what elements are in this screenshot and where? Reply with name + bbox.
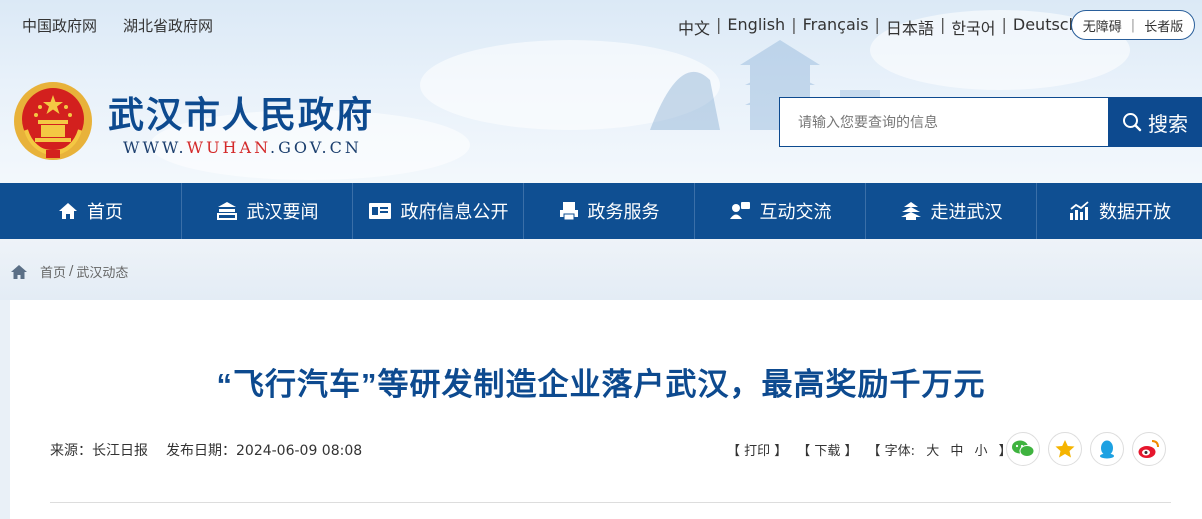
font-large-button[interactable]: 大: [926, 444, 939, 459]
nav-item-open-data[interactable]: 数据开放: [1037, 183, 1202, 239]
chart-icon: [1070, 201, 1089, 220]
nav-label: 武汉要闻: [246, 202, 319, 223]
font-medium-button[interactable]: 中: [950, 444, 963, 459]
link-china-gov[interactable]: 中国政府网: [22, 15, 97, 36]
share-wechat-button[interactable]: [1006, 432, 1040, 466]
search-button-label: 搜索: [1148, 111, 1188, 136]
nav-item-visit-wuhan[interactable]: 走进武汉: [866, 183, 1037, 239]
lang-french[interactable]: Français: [803, 15, 869, 39]
site-url: WWW.WUHAN.GOV.CN: [123, 138, 362, 157]
download-button[interactable]: 【 下载 】: [797, 440, 857, 459]
font-small-button[interactable]: 小: [975, 444, 988, 459]
nav-label: 政务服务: [587, 202, 660, 223]
breadcrumb: 首页 / 武汉动态: [10, 262, 128, 281]
nav-label: 互动交流: [759, 202, 832, 223]
nav-label: 首页: [87, 202, 123, 223]
lang-german[interactable]: Deutsch: [1013, 15, 1079, 39]
breadcrumb-home-icon: [11, 264, 27, 279]
printer-service-icon: [559, 202, 578, 221]
weibo-icon: [1138, 440, 1159, 458]
nav-item-wuhan-news[interactable]: 武汉要闻: [182, 183, 353, 239]
lang-separator: |: [716, 15, 722, 34]
news-tray-icon: [216, 202, 237, 220]
lang-japanese[interactable]: 日本語: [886, 15, 934, 39]
language-switcher: 中文 | English | Français | 日本語 | 한국어 | De…: [678, 15, 1079, 39]
wechat-icon: [1012, 440, 1035, 457]
article-tools: 【 打印 】 【 下载 】 【 字体: 大 中 小 】: [727, 440, 1012, 459]
site-title: 武汉市人民政府: [108, 94, 375, 136]
lang-separator: |: [874, 15, 880, 34]
nav-label: 数据开放: [1099, 202, 1171, 223]
lang-separator: |: [939, 15, 946, 34]
home-icon: [59, 203, 77, 219]
article-divider: [50, 502, 1171, 503]
site-url-prefix: WWW.: [123, 138, 187, 157]
article-source: 来源：长江日报: [50, 443, 148, 459]
site-header: 中国政府网 湖北省政府网 中文 | English | Français | 日…: [0, 0, 1202, 183]
qzone-icon: [1055, 440, 1075, 458]
nav-item-gov-info[interactable]: 政府信息公开: [353, 183, 524, 239]
breadcrumb-band: [0, 239, 1202, 300]
share-qq-button[interactable]: [1090, 432, 1124, 466]
qq-icon: [1100, 440, 1114, 459]
nav-item-interaction[interactable]: 互动交流: [695, 183, 866, 239]
accessibility-toggle: 无障碍 | 长者版: [1071, 10, 1195, 40]
nav-label: 走进武汉: [930, 202, 1003, 223]
breadcrumb-section-link[interactable]: 武汉动态: [76, 262, 128, 281]
breadcrumb-home-link[interactable]: 首页: [40, 262, 66, 281]
share-weibo-button[interactable]: [1132, 432, 1166, 466]
nav-label: 政府信息公开: [400, 202, 509, 223]
lang-korean[interactable]: 한국어: [951, 15, 995, 39]
font-size-group: 【 字体: 大 中 小 】: [868, 440, 1012, 459]
lang-english[interactable]: English: [727, 15, 785, 39]
article-title: “飞行汽车”等研发制造企业落户武汉，最高奖励千万元: [216, 367, 986, 402]
share-qzone-button[interactable]: [1048, 432, 1082, 466]
interaction-icon: [729, 202, 750, 219]
elder-mode-button[interactable]: 长者版: [1144, 16, 1183, 35]
national-emblem-icon: [14, 82, 92, 160]
article-card: [10, 300, 1202, 519]
article-meta: 来源：长江日报 发布日期：2024-06-09 08:08: [50, 440, 362, 460]
site-url-suffix: .GOV.CN: [270, 138, 362, 157]
article-date: 发布日期：2024-06-09 08:08: [166, 443, 363, 459]
main-nav: 首页 武汉要闻 政府信息公开 政务服务 互动交流 走进武汉 数据开放: [0, 183, 1202, 239]
tower-icon: [900, 202, 921, 220]
search-input[interactable]: [779, 97, 1109, 147]
nav-item-gov-service[interactable]: 政务服务: [524, 183, 695, 239]
top-links: 中国政府网 湖北省政府网: [22, 15, 213, 36]
site-url-highlight: WUHAN: [186, 138, 271, 157]
search-button[interactable]: 搜索: [1108, 97, 1202, 147]
print-button[interactable]: 【 打印 】: [727, 440, 787, 459]
breadcrumb-separator: /: [69, 264, 74, 279]
lang-chinese[interactable]: 中文: [678, 15, 710, 39]
barrier-free-button[interactable]: 无障碍: [1083, 16, 1122, 35]
lang-separator: |: [791, 15, 797, 34]
font-size-label: 【 字体:: [867, 444, 916, 459]
access-separator: |: [1130, 17, 1136, 33]
info-board-icon: [368, 203, 391, 219]
nav-item-home[interactable]: 首页: [0, 183, 182, 239]
search-icon: [1123, 113, 1142, 132]
link-hubei-gov[interactable]: 湖北省政府网: [123, 15, 213, 36]
lang-separator: |: [1001, 15, 1007, 34]
